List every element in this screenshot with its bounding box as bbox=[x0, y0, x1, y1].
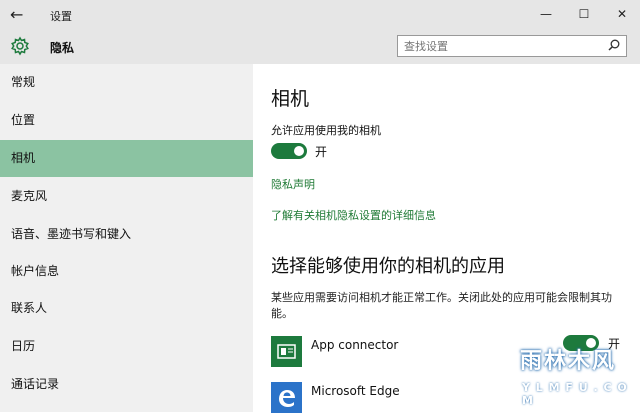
window-title: 设置 bbox=[50, 10, 72, 23]
sidebar: 常规 位置 相机 麦克风 语音、墨迹书写和键入 帐户信息 联系人 日历 通话记录 bbox=[0, 64, 253, 412]
minimize-button[interactable]: — bbox=[536, 4, 556, 24]
allow-camera-label: 允许应用使用我的相机 bbox=[271, 124, 381, 137]
app-name: Microsoft Edge bbox=[311, 384, 400, 398]
privacy-statement-link[interactable]: 隐私声明 bbox=[271, 176, 315, 192]
sidebar-item-call-history[interactable]: 通话记录 bbox=[0, 366, 253, 403]
camera-toggle-state: 开 bbox=[315, 145, 328, 159]
learn-more-link[interactable]: 了解有关相机隐私设置的详细信息 bbox=[271, 207, 436, 223]
apps-description: 某些应用需要访问相机才能正常工作。关闭此处的应用可能会限制其功能。 bbox=[271, 291, 612, 320]
sidebar-item-general[interactable]: 常规 bbox=[0, 64, 253, 101]
back-arrow-icon[interactable]: ← bbox=[10, 5, 23, 25]
page-section-title: 隐私 bbox=[50, 41, 75, 55]
close-button[interactable]: ✕ bbox=[612, 4, 632, 24]
sidebar-item-speech-inking-typing[interactable]: 语音、墨迹书写和键入 bbox=[0, 216, 253, 253]
title-bar: ← 设置 — ☐ ✕ bbox=[0, 0, 640, 30]
sidebar-item-account-info[interactable]: 帐户信息 bbox=[0, 253, 253, 290]
watermark-url: Y L M F U . C O M bbox=[522, 381, 628, 407]
search-box[interactable] bbox=[397, 35, 627, 57]
sidebar-item-location[interactable]: 位置 bbox=[0, 102, 253, 139]
gear-icon bbox=[11, 36, 29, 56]
apps-section-title: 选择能够使用你的相机的应用 bbox=[271, 256, 505, 277]
sidebar-item-camera[interactable]: 相机 bbox=[0, 140, 253, 177]
watermark-logo-text: 雨林木风 bbox=[520, 349, 617, 374]
maximize-button[interactable]: ☐ bbox=[574, 4, 594, 24]
search-icon[interactable] bbox=[608, 39, 620, 51]
settings-header: 隐私 bbox=[0, 30, 640, 64]
sidebar-item-contacts[interactable]: 联系人 bbox=[0, 290, 253, 327]
app-name: App connector bbox=[311, 338, 399, 352]
page-title: 相机 bbox=[271, 88, 310, 110]
sidebar-item-calendar[interactable]: 日历 bbox=[0, 328, 253, 365]
search-input[interactable] bbox=[404, 39, 594, 53]
edge-icon bbox=[271, 382, 302, 413]
camera-toggle[interactable] bbox=[271, 143, 307, 159]
app-connector-icon bbox=[271, 336, 302, 367]
toggle-knob bbox=[294, 146, 304, 156]
site-watermark: 雨林木风 Y L M F U . C O M bbox=[506, 337, 634, 407]
sidebar-item-microphone[interactable]: 麦克风 bbox=[0, 178, 253, 215]
